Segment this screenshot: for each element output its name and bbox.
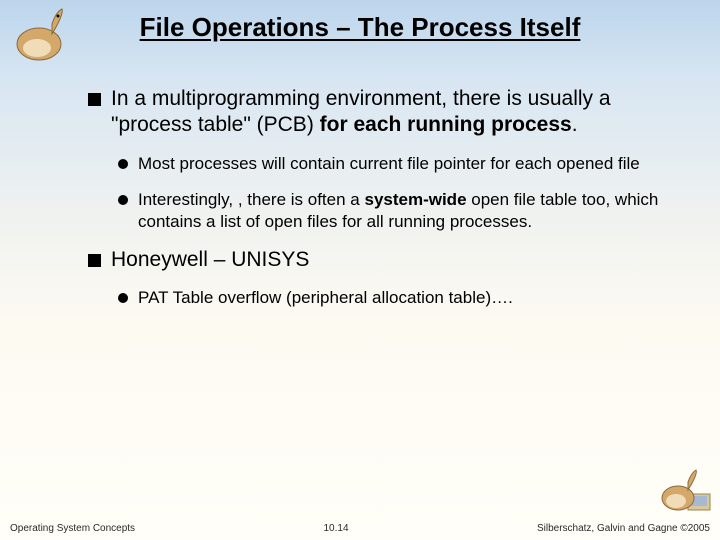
slide-title: File Operations – The Process Itself — [0, 0, 720, 43]
bullet-2a: PAT Table overflow (peripheral allocatio… — [118, 287, 680, 309]
dinosaur-icon-bottom — [656, 466, 716, 516]
dot-bullet-icon — [118, 195, 128, 205]
bullet-1b-text: Interestingly, , there is often a system… — [138, 189, 680, 233]
text: Interestingly, , there is often a — [138, 190, 364, 209]
footer-center: 10.14 — [324, 523, 349, 534]
square-bullet-icon — [88, 254, 101, 267]
footer: Operating System Concepts 10.14 Silbersc… — [0, 523, 720, 534]
square-bullet-icon — [88, 93, 101, 106]
text-bold: system-wide — [364, 190, 466, 209]
dot-bullet-icon — [118, 293, 128, 303]
footer-right: Silberschatz, Galvin and Gagne ©2005 — [537, 523, 710, 534]
slide-content: In a multiprogramming environment, there… — [88, 86, 680, 323]
dinosaur-icon-top — [4, 4, 74, 64]
bullet-1a-text: Most processes will contain current file… — [138, 153, 640, 175]
bullet-2a-text: PAT Table overflow (peripheral allocatio… — [138, 287, 513, 309]
text: . — [572, 113, 578, 136]
bullet-1a: Most processes will contain current file… — [118, 153, 680, 175]
dot-bullet-icon — [118, 159, 128, 169]
text-bold: for each running process — [320, 113, 572, 136]
bullet-2-text: Honeywell – UNISYS — [111, 247, 309, 273]
footer-left: Operating System Concepts — [10, 523, 135, 534]
bullet-1-text: In a multiprogramming environment, there… — [111, 86, 680, 139]
bullet-1b: Interestingly, , there is often a system… — [118, 189, 680, 233]
bullet-2: Honeywell – UNISYS — [88, 247, 680, 273]
bullet-1: In a multiprogramming environment, there… — [88, 86, 680, 139]
